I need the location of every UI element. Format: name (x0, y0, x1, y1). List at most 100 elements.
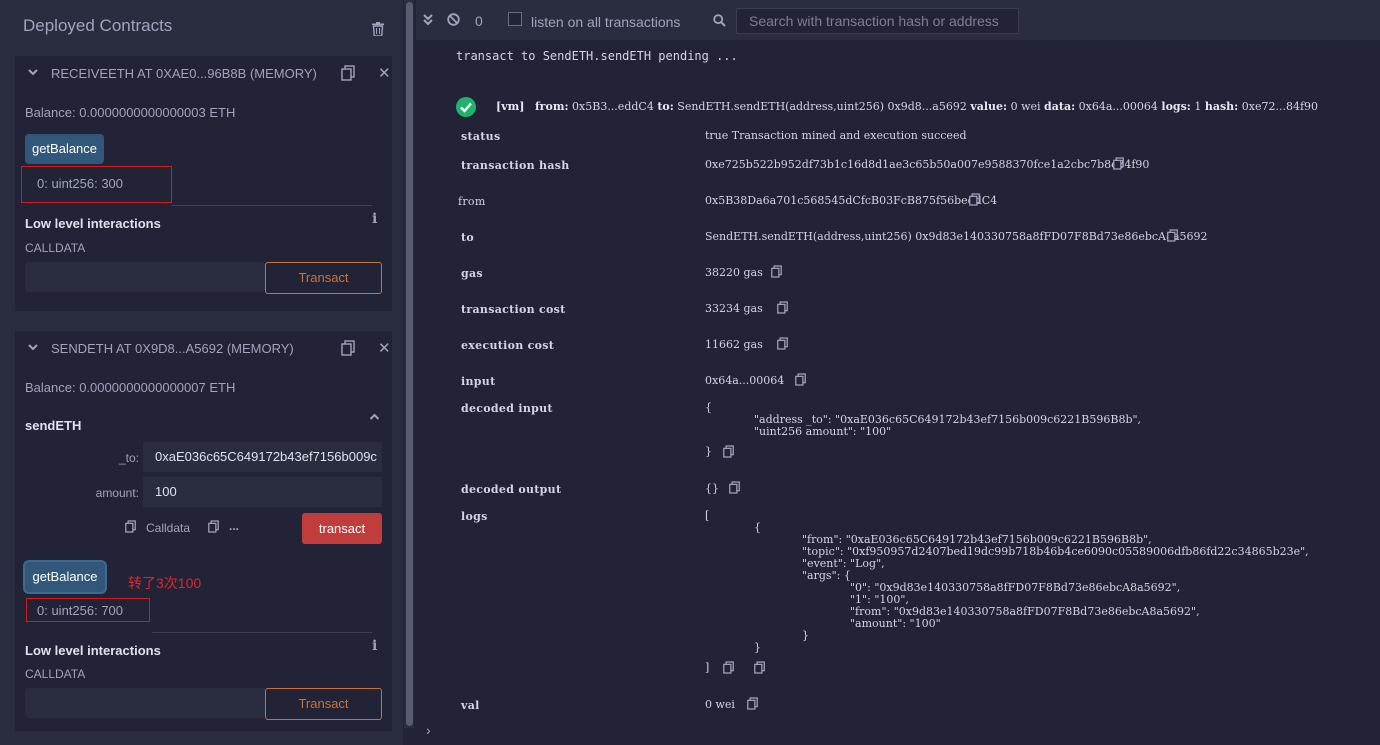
panel-title: Deployed Contracts (23, 16, 173, 35)
calldata-input[interactable] (25, 688, 265, 718)
more-link[interactable]: ... (229, 519, 239, 533)
copy-icon[interactable] (723, 445, 734, 458)
chevron-down-icon[interactable] (28, 67, 38, 77)
copy-icon[interactable] (771, 265, 782, 278)
row-key-status: status (461, 130, 501, 143)
function-name: sendETH (25, 418, 82, 433)
chevron-down-icon[interactable] (28, 342, 38, 352)
divider (172, 205, 372, 206)
row-value-input: 0x64a...00064 (705, 374, 785, 387)
row-key-hash: transaction hash (461, 159, 570, 172)
copy-icon[interactable] (208, 520, 219, 533)
row-key-transaction-cost: transaction cost (461, 303, 566, 316)
calldata-label: CALLDATA (25, 241, 86, 255)
row-value-execution-cost: 11662 gas (705, 338, 763, 351)
listen-checkbox[interactable] (508, 12, 522, 26)
handwritten-annotation: 转了3次100 (128, 575, 202, 591)
hash-key: hash: (1204, 100, 1239, 113)
info-icon[interactable]: i (372, 211, 377, 227)
row-value-gas: 38220 gas (705, 266, 763, 279)
row-value-from: 0x5B38Da6a701c568545dCfcB03FcB875f56bedd… (705, 194, 998, 207)
copy-icon[interactable] (777, 337, 788, 350)
row-value-to: SendETH.sendETH(address,uint256) 0x9d83e… (705, 230, 1208, 243)
copy-icon[interactable] (125, 520, 136, 533)
get-balance-button[interactable]: getBalance (25, 134, 104, 164)
terminal-toolbar: 0 listen on all transactions Search with… (416, 0, 1380, 40)
trash-icon[interactable] (372, 22, 384, 36)
row-key-to: to (461, 231, 475, 244)
row-key-val: val (461, 699, 480, 712)
tx-summary[interactable]: [vm] from: 0x5B3...eddC4 to: SendETH.sen… (496, 100, 1318, 113)
low-level-interactions-label: Low level interactions (25, 643, 161, 658)
decoded-input-open: { (705, 401, 712, 414)
copy-icon[interactable] (747, 697, 758, 710)
param-to-label: _to: (118, 451, 139, 465)
transact-button[interactable]: Transact (265, 688, 382, 720)
transact-button[interactable]: transact (302, 513, 382, 544)
contract-header[interactable]: SENDETH AT 0X9D8...A5692 (MEMORY) ✕ (15, 331, 392, 365)
chevron-up-icon[interactable] (369, 412, 380, 422)
divider (152, 632, 372, 633)
calldata-input[interactable] (25, 262, 265, 292)
data-key: data: (1044, 100, 1076, 113)
transact-button[interactable]: Transact (265, 262, 382, 294)
hash-value: 0xe72...84f90 (1241, 100, 1319, 113)
copy-icon[interactable] (723, 661, 734, 674)
contract-balance: Balance: 0.0000000000000007 ETH (25, 380, 236, 395)
clear-icon[interactable] (447, 13, 460, 26)
contract-receiveeth: RECEIVEETH AT 0XAE0...96B8B (MEMORY) ✕ B… (15, 56, 392, 311)
copy-icon[interactable] (795, 373, 806, 386)
logs-close: ] (705, 661, 710, 674)
row-key-input: input (461, 375, 496, 388)
contract-header[interactable]: RECEIVEETH AT 0XAE0...96B8B (MEMORY) ✕ (15, 56, 392, 90)
logs-args-body: "0": "0x9d83e140330758a8fFD07F8Bd73e86eb… (850, 581, 1200, 630)
decoded-input-close: } (705, 445, 712, 458)
close-icon[interactable]: ✕ (378, 66, 391, 81)
row-key-from: from (458, 195, 486, 208)
scrollbar[interactable] (404, 0, 414, 728)
scrollbar-thumb[interactable] (406, 2, 413, 726)
get-balance-button[interactable]: getBalance (25, 562, 105, 592)
search-icon (713, 14, 726, 27)
copy-icon[interactable] (341, 65, 355, 81)
info-icon[interactable]: i (372, 638, 377, 654)
row-key-logs: logs (461, 510, 488, 523)
search-input[interactable]: Search with transaction hash or address (736, 8, 1019, 34)
copy-icon[interactable] (341, 340, 355, 356)
contract-sendeth: SENDETH AT 0X9D8...A5692 (MEMORY) ✕ Bala… (15, 331, 392, 731)
from-key: from: (534, 100, 569, 113)
close-icon[interactable]: ✕ (378, 341, 391, 356)
decoded-input-body: "address _to": "0xaE036c65C649172b43ef71… (754, 413, 1142, 438)
copy-icon[interactable] (1167, 229, 1178, 242)
double-chevron-down-icon[interactable] (423, 14, 433, 26)
row-value-status: true Transaction mined and execution suc… (705, 129, 967, 142)
copy-icon[interactable] (1113, 157, 1124, 170)
row-key-decoded-input: decoded input (461, 402, 553, 415)
value-key: value: (970, 100, 1008, 113)
terminal-panel: 0 listen on all transactions Search with… (416, 0, 1380, 745)
param-to-input[interactable]: 0xaE036c65C649172b43ef7156b009c (143, 442, 382, 472)
logs-value: 1 (1194, 100, 1202, 113)
call-output: 0: uint256: 700 (37, 603, 124, 618)
logs-open: [ (705, 509, 710, 522)
param-amount-input[interactable]: 100 (143, 477, 382, 507)
listen-label: listen on all transactions (531, 14, 681, 30)
deployed-contracts-panel: Deployed Contracts RECEIVEETH AT 0XAE0..… (0, 0, 403, 745)
copy-icon[interactable] (754, 661, 765, 674)
row-value-decoded-output: {} (705, 482, 719, 495)
row-key-execution-cost: execution cost (461, 339, 555, 352)
row-value-transaction-cost: 33234 gas (705, 302, 763, 315)
calldata-label: CALLDATA (25, 667, 86, 681)
logs-body: "from": "0xaE036c65C649172b43ef7156b009c… (802, 533, 1309, 582)
copy-icon[interactable] (729, 481, 740, 494)
from-value: 0x5B3...eddC4 (572, 100, 654, 113)
data-value: 0x64a...00064 (1078, 100, 1158, 113)
copy-icon[interactable] (969, 193, 980, 206)
row-key-decoded-output: decoded output (461, 483, 562, 496)
row-value-hash: 0xe725b522b952df73b1c16d8d1ae3c65b50a007… (705, 158, 1150, 171)
terminal-prompt[interactable]: › (426, 722, 431, 738)
calldata-link[interactable]: Calldata (146, 521, 190, 535)
logs-object-open: { (754, 521, 761, 534)
low-level-interactions-label: Low level interactions (25, 216, 161, 231)
copy-icon[interactable] (777, 301, 788, 314)
